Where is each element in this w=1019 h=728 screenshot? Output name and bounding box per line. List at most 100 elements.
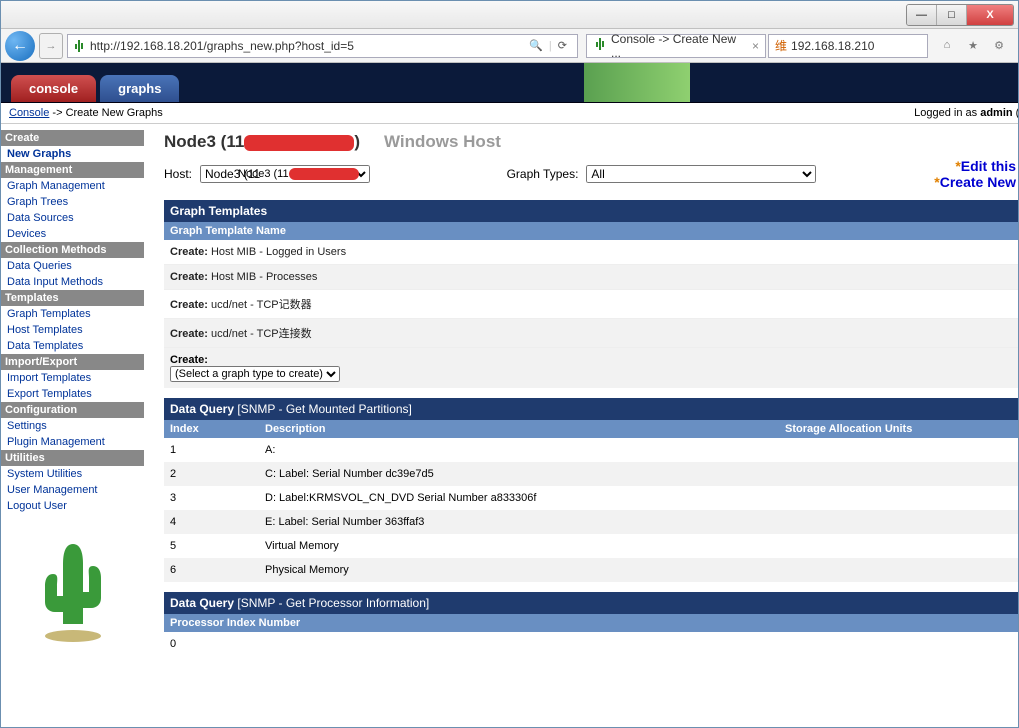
page-title: Node3 (11) Windows Host (164, 132, 1018, 152)
tab-graphs[interactable]: graphs (100, 75, 179, 102)
breadcrumb-root[interactable]: Console (9, 107, 49, 119)
panel-header-dq1: Data Query [SNMP - Get Mounted Partition… (164, 398, 1018, 420)
sidebar-item-system-utilities[interactable]: System Utilities (1, 466, 144, 482)
search-icon[interactable]: 🔍 (529, 39, 543, 52)
table-header-dq2: Processor Index Number (164, 614, 1018, 632)
dq2-title: Data Query (170, 596, 234, 610)
nav-back-button[interactable]: ← (5, 31, 35, 61)
col-index: Index (170, 423, 265, 435)
sidebar-item-devices[interactable]: Devices (1, 226, 144, 242)
sidebar-item-new-graphs[interactable]: New Graphs (1, 146, 144, 162)
sidebar-item-import-templates[interactable]: Import Templates (1, 370, 144, 386)
refresh-icon[interactable]: ⟳ (558, 39, 567, 52)
sidebar-item-export-templates[interactable]: Export Templates (1, 386, 144, 402)
favicon-icon (72, 39, 86, 53)
sidebar-item-graph-trees[interactable]: Graph Trees (1, 194, 144, 210)
browser-tab[interactable]: 维 192.168.18.210 (768, 34, 928, 58)
sidebar-item-logout-user[interactable]: Logout User (1, 498, 144, 514)
panel-header-dq2: Data Query [SNMP - Get Processor Informa… (164, 592, 1018, 614)
window-close-button[interactable]: X (967, 5, 1013, 25)
favicon-icon: 维 (775, 37, 787, 54)
browser-window: — □ X ← → 🔍 | ⟳ Console -> Create New (0, 0, 1019, 728)
window-minimize-button[interactable]: — (907, 5, 937, 25)
sidebar-item-data-templates[interactable]: Data Templates (1, 338, 144, 354)
sidebar-section-management: Management (1, 162, 144, 178)
home-icon[interactable]: ⌂ (938, 39, 956, 52)
graph-type-select[interactable]: (Select a graph type to create) (170, 366, 340, 382)
table-header-dq1: Index Description Storage Allocation Uni… (164, 420, 1018, 438)
main-tabs: console graphs (11, 75, 179, 102)
tools-icon[interactable]: ⚙ (990, 39, 1008, 52)
table-row[interactable]: 3D: Label:KRMSVOL_CN_DVD Serial Number a… (164, 486, 1018, 510)
col-description: Description (265, 423, 785, 435)
breadcrumb: Console -> Create New Graphs Logged in a… (1, 103, 1018, 124)
browser-tab-title: Console -> Create New ... (611, 32, 748, 60)
dq2-rows: 0 (164, 632, 1018, 656)
login-prefix: Logged in as (914, 107, 980, 119)
sidebar-item-user-management[interactable]: User Management (1, 482, 144, 498)
graph-types-label: Graph Types: (507, 167, 579, 181)
col-graph-template-name: Graph Template Name (170, 225, 1018, 237)
table-row[interactable]: Create: ucd/net - TCP连接数 (164, 319, 1018, 348)
window-maximize-button[interactable]: □ (937, 5, 967, 25)
sidebar-section-collection: Collection Methods (1, 242, 144, 258)
col-processor-index: Processor Index Number (170, 617, 1018, 629)
table-row[interactable]: Create: Host MIB - Processes (164, 265, 1018, 290)
sidebar-item-data-input[interactable]: Data Input Methods (1, 274, 144, 290)
table-row[interactable]: 1A: (164, 438, 1018, 462)
sidebar-section-importexport: Import/Export (1, 354, 144, 370)
sidebar-item-settings[interactable]: Settings (1, 418, 144, 434)
app-banner: console graphs (1, 63, 1018, 103)
main-content: Node3 (11) Windows Host Host: Node3 (11 … (144, 124, 1018, 706)
page-scroll[interactable]: console graphs Console -> Create New Gra… (1, 63, 1018, 727)
dq1-rows: 1A:2C: Label: Serial Number dc39e7d53D: … (164, 438, 1018, 582)
redacted-ip (244, 135, 354, 151)
table-row[interactable]: 6Physical Memory (164, 558, 1018, 582)
sidebar: Create New Graphs Management Graph Manag… (1, 124, 144, 665)
page-title-text: Node3 (11 (164, 132, 244, 151)
col-storage-units: Storage Allocation Units (785, 423, 1018, 435)
sidebar-item-graph-templates[interactable]: Graph Templates (1, 306, 144, 322)
sidebar-item-plugin-management[interactable]: Plugin Management (1, 434, 144, 450)
login-status: Logged in as admin (Logout (914, 107, 1018, 119)
tab-close-icon[interactable]: × (752, 39, 759, 53)
page-viewport: console graphs Console -> Create New Gra… (1, 63, 1018, 727)
url-controls: 🔍 | ⟳ (523, 39, 573, 52)
sidebar-item-graph-management[interactable]: Graph Management (1, 178, 144, 194)
login-user: admin (980, 107, 1012, 119)
favicon-icon (593, 37, 607, 54)
table-row[interactable]: 2C: Label: Serial Number dc39e7d5 (164, 462, 1018, 486)
breadcrumb-page: Create New Graphs (66, 107, 163, 119)
url-input[interactable] (90, 39, 523, 53)
url-bar[interactable]: 🔍 | ⟳ (67, 34, 578, 58)
table-row[interactable]: Create: Host MIB - Logged in Users (164, 240, 1018, 265)
browser-tab-active[interactable]: Console -> Create New ... × (586, 34, 766, 58)
tab-console[interactable]: console (11, 75, 96, 102)
sidebar-item-data-queries[interactable]: Data Queries (1, 258, 144, 274)
nav-forward-button[interactable]: → (39, 33, 63, 59)
host-select[interactable]: Node3 (11 (200, 165, 370, 183)
window-titlebar: — □ X (1, 1, 1018, 29)
favorites-icon[interactable]: ★ (964, 39, 982, 52)
sidebar-item-data-sources[interactable]: Data Sources (1, 210, 144, 226)
cacti-logo-icon (28, 524, 118, 655)
sidebar-section-utilities: Utilities (1, 450, 144, 466)
host-filter-row: Host: Node3 (11 Node3 (11 Graph Types: A… (164, 158, 1018, 190)
edit-host-link[interactable]: Edit this Host (934, 158, 1018, 174)
window-controls: — □ X (906, 4, 1014, 26)
table-row[interactable]: 5Virtual Memory (164, 534, 1018, 558)
graph-template-rows: Create: Host MIB - Logged in UsersCreate… (164, 240, 1018, 348)
table-row[interactable]: 0 (164, 632, 1018, 656)
sidebar-section-configuration: Configuration (1, 402, 144, 418)
create-host-link[interactable]: Create New Host (934, 174, 1018, 190)
sidebar-section-create: Create (1, 130, 144, 146)
panel-header-graph-templates: Graph Templates (164, 200, 1018, 222)
sidebar-item-host-templates[interactable]: Host Templates (1, 322, 144, 338)
graph-types-select[interactable]: All (586, 165, 816, 183)
table-row[interactable]: 4E: Label: Serial Number 363ffaf3 (164, 510, 1018, 534)
table-row[interactable]: Create: ucd/net - TCP记数器 (164, 290, 1018, 319)
dq1-subtitle: [SNMP - Get Mounted Partitions] (234, 402, 412, 416)
browser-chrome-icons: ⌂ ★ ⚙ (932, 39, 1014, 52)
table-header-gt: Graph Template Name (164, 222, 1018, 240)
dq1-title: Data Query (170, 402, 234, 416)
